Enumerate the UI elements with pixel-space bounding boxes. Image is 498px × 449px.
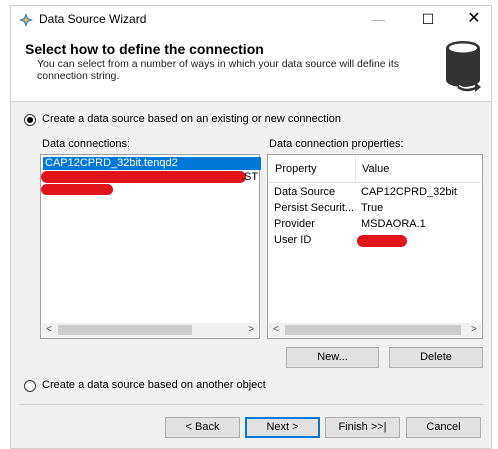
property-column-header: Property <box>275 163 317 175</box>
wizard-header: Select how to define the connection You … <box>11 33 491 102</box>
existing-connection-label[interactable]: Create a data source based on an existin… <box>42 113 341 125</box>
property-value: True <box>361 202 384 214</box>
page-title: Select how to define the connection <box>25 41 264 57</box>
scroll-thumb[interactable] <box>285 325 461 335</box>
title-bar: Data Source Wizard — ☐ ✕ <box>11 6 491 33</box>
finish-button[interactable]: Finish >>| <box>325 417 400 438</box>
connection-properties-grid[interactable]: Property Value Data Source CAP12CPRD_32b… <box>267 154 483 339</box>
data-connections-label: Data connections: <box>42 138 131 150</box>
close-button[interactable]: ✕ <box>457 8 491 30</box>
footer-divider <box>19 404 483 405</box>
page-description: You can select from a number of ways in … <box>37 58 400 82</box>
minimize-button[interactable]: — <box>361 8 395 30</box>
property-row: Provider MSDAORA.1 <box>274 218 426 234</box>
next-button[interactable]: Next > <box>245 417 320 438</box>
property-name: Data Source <box>274 186 336 198</box>
redaction-mark <box>41 171 246 183</box>
properties-horizontal-scrollbar[interactable]: < > <box>269 323 481 337</box>
property-name: Persist Securit... <box>274 202 355 214</box>
new-connection-button[interactable]: New... <box>286 347 379 368</box>
properties-header: Property Value <box>269 156 481 183</box>
delete-connection-button[interactable]: Delete <box>389 347 483 368</box>
cancel-button[interactable]: Cancel <box>406 417 481 438</box>
property-name: Provider <box>274 218 315 230</box>
scroll-left-icon[interactable]: < <box>42 323 56 337</box>
back-button[interactable]: < Back <box>165 417 240 438</box>
property-name: User ID <box>274 234 312 246</box>
property-value: MSDAORA.1 <box>361 218 426 230</box>
scroll-right-icon[interactable]: > <box>467 323 481 337</box>
list-item[interactable]: CAP12CPRD_32bit.tenqd2 <box>43 157 261 170</box>
scroll-left-icon[interactable]: < <box>269 323 283 337</box>
scroll-thumb[interactable] <box>58 325 192 335</box>
window-title: Data Source Wizard <box>39 12 147 26</box>
connections-horizontal-scrollbar[interactable]: < > <box>42 323 258 337</box>
wizard-icon <box>19 13 33 27</box>
value-column-header: Value <box>362 163 390 175</box>
existing-connection-radio[interactable] <box>24 114 36 126</box>
property-value: CAP12CPRD_32bit <box>361 186 457 198</box>
data-source-wizard-window: Data Source Wizard — ☐ ✕ Select how to d… <box>10 5 492 449</box>
property-row: Data Source CAP12CPRD_32bit <box>274 186 457 202</box>
database-icon <box>446 41 481 93</box>
property-row: Persist Securit... True <box>274 202 383 218</box>
property-row: User ID <box>274 234 311 250</box>
redaction-mark <box>357 235 407 247</box>
other-object-radio[interactable] <box>24 380 36 392</box>
scroll-right-icon[interactable]: > <box>244 323 258 337</box>
redaction-mark <box>41 184 113 195</box>
list-item[interactable]: .ST <box>241 171 258 183</box>
other-object-label[interactable]: Create a data source based on another ob… <box>42 379 266 391</box>
data-connections-list[interactable]: CAP12CPRD_32bit.tenqd2 .ST < > <box>40 154 261 339</box>
connection-properties-label: Data connection properties: <box>269 138 404 150</box>
maximize-button[interactable]: ☐ <box>411 8 445 30</box>
column-divider <box>355 157 356 181</box>
